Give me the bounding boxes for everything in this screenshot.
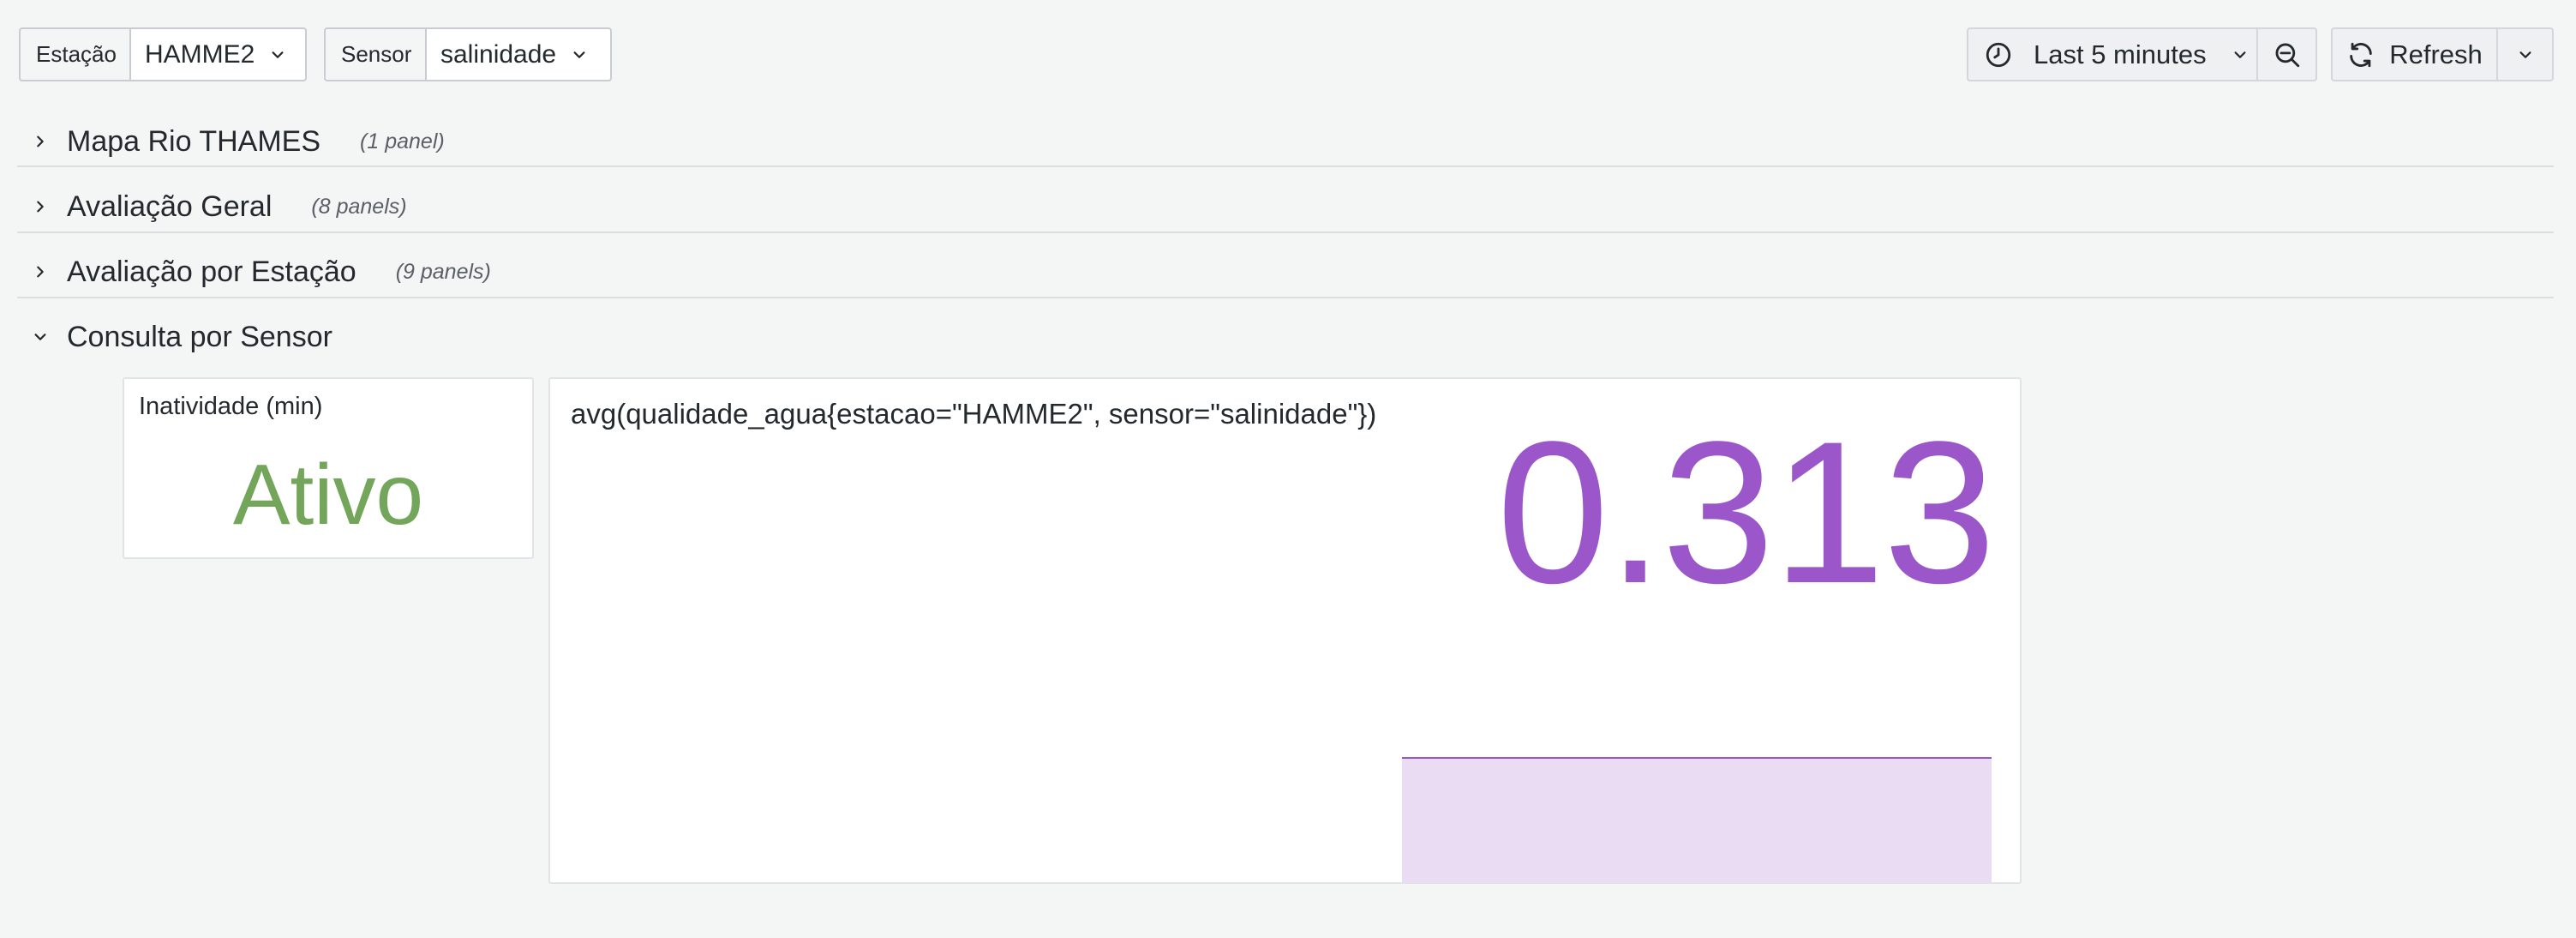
chevron-right-icon xyxy=(37,201,44,213)
zoom-out-icon xyxy=(2275,43,2299,67)
chevron-down-icon xyxy=(272,51,284,58)
refresh-icon xyxy=(2350,42,2372,67)
row-title: Avaliação por Estação xyxy=(67,255,356,288)
row-panel-count: (1 panel) xyxy=(360,129,445,153)
refresh-button[interactable]: Refresh xyxy=(2331,27,2498,81)
chevron-down-icon xyxy=(34,334,46,340)
station-label-text: Estação xyxy=(36,41,117,67)
station-variable-label: Estação xyxy=(19,27,129,81)
refresh-label: Refresh xyxy=(2389,39,2483,69)
sparkline-area xyxy=(1402,758,1992,882)
sparkline-chart xyxy=(1402,757,1992,882)
row-divider xyxy=(17,297,2554,298)
chevron-down-icon xyxy=(2234,51,2246,58)
sensor-select-value: salinidade xyxy=(440,39,557,69)
inactivity-panel: Inatividade (min) Ativo xyxy=(123,377,534,559)
chevron-right-icon xyxy=(37,266,44,278)
panel-title: avg(qualidade_agua{estacao="HAMME2", sen… xyxy=(571,398,1377,430)
chevron-right-icon xyxy=(37,135,44,147)
time-range-label: Last 5 minutes xyxy=(2034,39,2207,69)
chevron-down-icon xyxy=(573,51,585,58)
row-divider xyxy=(17,165,2554,167)
row-title: Consulta por Sensor xyxy=(67,320,332,353)
zoom-out-button[interactable] xyxy=(2256,27,2317,81)
sensor-stat-panel: avg(qualidade_agua{estacao="HAMME2", sen… xyxy=(548,377,2022,884)
inactivity-status-value: Ativo xyxy=(232,447,424,543)
row-avaliacao-por-estacao[interactable]: Avaliação por Estação (9 panels) xyxy=(17,250,2554,293)
sensor-variable-label: Sensor xyxy=(324,27,425,81)
row-panel-count: (8 panels) xyxy=(311,194,407,219)
panel-title: Inatividade (min) xyxy=(139,393,323,420)
row-panel-count: (9 panels) xyxy=(395,259,491,284)
row-title: Mapa Rio THAMES xyxy=(67,124,321,158)
sensor-stat-value: 0.313 xyxy=(1496,400,1996,626)
row-mapa-rio-thames[interactable]: Mapa Rio THAMES (1 panel) xyxy=(17,120,2554,163)
row-divider xyxy=(17,231,2554,233)
time-range-picker[interactable]: Last 5 minutes xyxy=(1967,27,2258,81)
station-select[interactable]: HAMME2 xyxy=(129,27,307,81)
chevron-down-icon xyxy=(2519,51,2531,58)
row-avaliacao-geral[interactable]: Avaliação Geral (8 panels) xyxy=(17,185,2554,228)
sensor-select[interactable]: salinidade xyxy=(425,27,612,81)
refresh-interval-dropdown[interactable] xyxy=(2496,27,2554,81)
row-title: Avaliação Geral xyxy=(67,189,273,223)
clock-icon xyxy=(1986,42,2011,67)
sensor-label-text: Sensor xyxy=(341,41,412,67)
station-select-value: HAMME2 xyxy=(145,39,255,69)
row-consulta-por-sensor[interactable]: Consulta por Sensor xyxy=(17,316,2554,358)
